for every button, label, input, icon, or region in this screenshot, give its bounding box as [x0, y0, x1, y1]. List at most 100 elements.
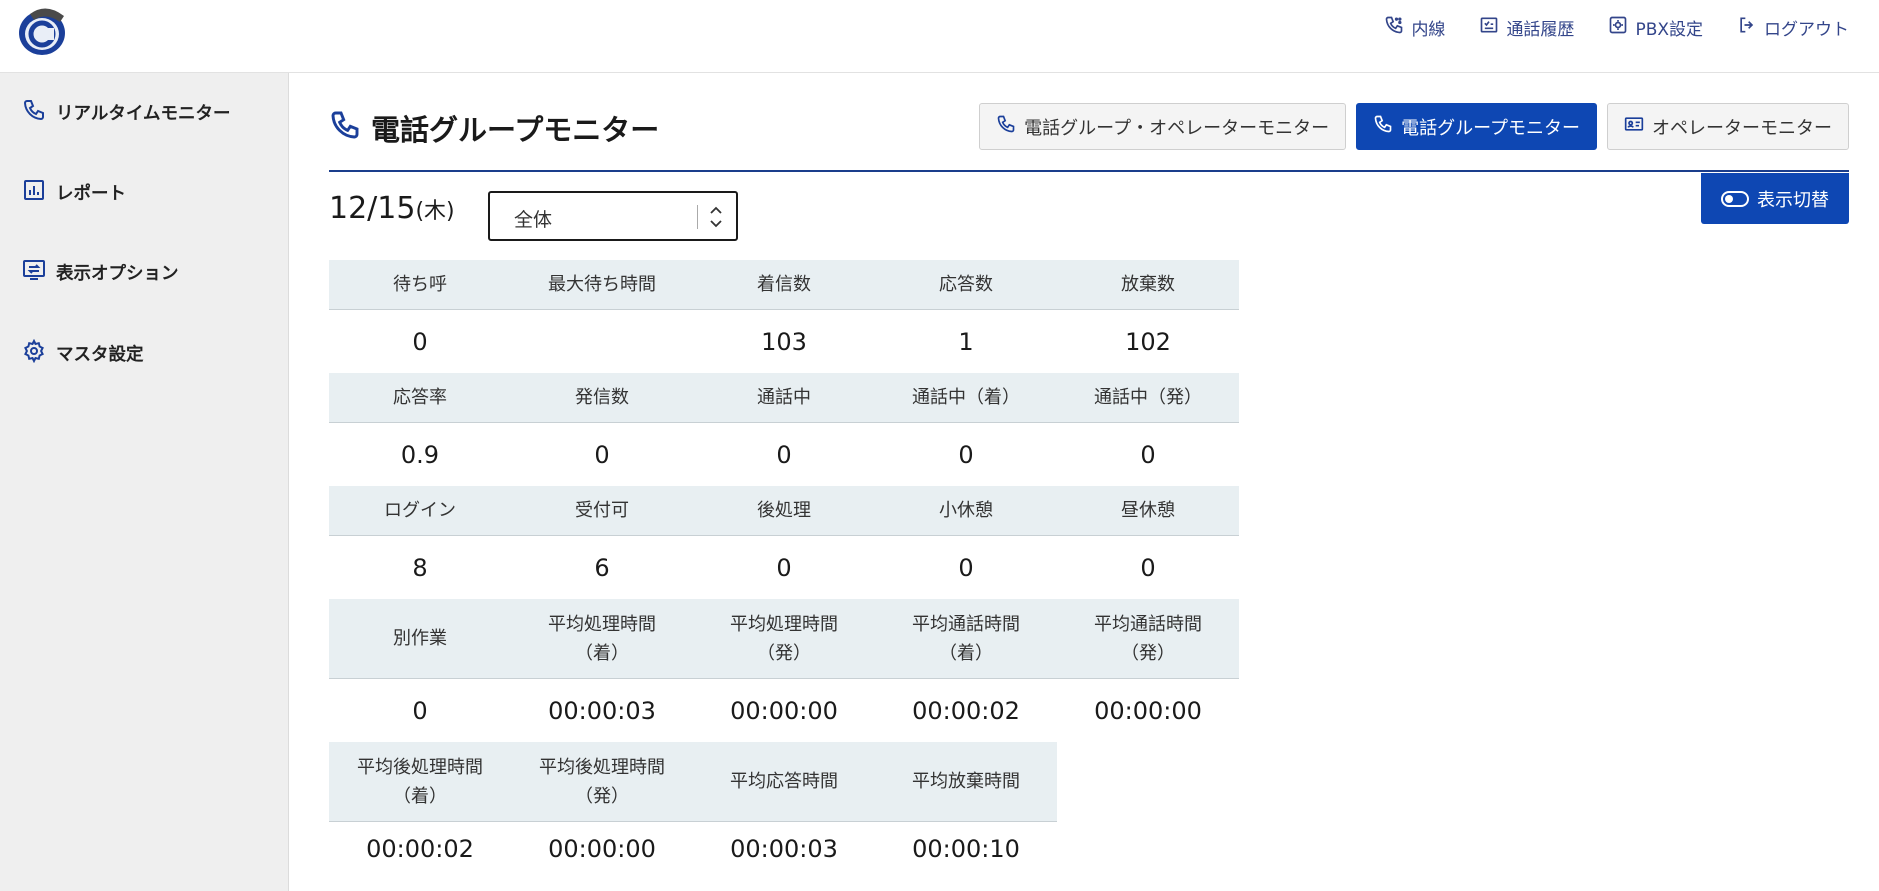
stat-value: 103 [761, 327, 807, 356]
stat-value: 0 [776, 553, 792, 582]
nav-logout[interactable]: ログアウト [1737, 15, 1849, 40]
stat-label: 着信数 [693, 260, 875, 310]
stat-value: 00:00:03 [548, 696, 656, 725]
stat-label: 通話中（発） [1057, 373, 1239, 423]
nav-pbx-settings[interactable]: PBX設定 [1608, 15, 1703, 40]
date-text: 12/15 [329, 191, 416, 226]
top-nav: 内線 通話履歴 PBX設定 ログアウト [1384, 15, 1849, 40]
app-logo[interactable] [16, 4, 72, 56]
tab-label: 電話グループ・オペレーターモニター [1024, 117, 1330, 139]
page-title: 電話グループモニター [329, 107, 659, 149]
stat-value: 102 [1125, 327, 1171, 356]
stat-value: 0.9 [400, 440, 440, 469]
stat-value: 0 [1140, 440, 1156, 469]
nav-call-history[interactable]: 通話履歴 [1479, 15, 1574, 40]
phone-ext-icon [1384, 15, 1404, 40]
monitor-tabs: 電話グループ・オペレーターモニター 電話グループモニター オペレーターモニター [979, 103, 1849, 150]
stats-label-row: 応答率 発信数 通話中 通話中（着） 通話中（発） [329, 373, 1239, 423]
gear-icon [22, 338, 46, 368]
tab-label: オペレーターモニター [1652, 117, 1832, 139]
sidebar: リアルタイムモニター レポート 表示オプション マスタ設定 [0, 73, 289, 891]
stat-label: 最大待ち時間 [511, 260, 693, 310]
stats-value-row: 0 103 1 102 [329, 310, 1239, 373]
stat-value: 0 [958, 553, 974, 582]
stats-label-row: 待ち呼 最大待ち時間 着信数 応答数 放棄数 [329, 260, 1239, 310]
call-history-icon [1479, 15, 1499, 40]
stat-label: 別作業 [329, 599, 511, 679]
sidebar-item-report[interactable]: レポート [22, 178, 126, 207]
stat-label: 後処理 [693, 486, 875, 536]
sidebar-item-label: レポート [56, 184, 126, 204]
stat-value [511, 310, 693, 373]
tab-operator-monitor[interactable]: オペレーターモニター [1607, 103, 1849, 150]
top-header: 内線 通話履歴 PBX設定 ログアウト [0, 0, 1879, 73]
select-separator [697, 205, 698, 229]
group-select[interactable]: 全体 [488, 191, 738, 241]
stat-label: 平均後処理時間 （着） [329, 742, 511, 822]
tab-group-monitor[interactable]: 電話グループモニター [1356, 103, 1597, 150]
stat-value: 00:00:02 [912, 696, 1020, 725]
stat-label: 受付可 [511, 486, 693, 536]
id-card-icon [1624, 114, 1644, 139]
day-of-week: (木) [415, 199, 455, 224]
gear-square-icon [1608, 15, 1628, 40]
stats-value-row: 8 6 0 0 0 [329, 536, 1239, 599]
phone-icon [1373, 114, 1393, 139]
stat-label: 平均後処理時間 （発） [511, 742, 693, 822]
date-display: 12/15(木) [329, 191, 455, 226]
stat-value: 0 [594, 440, 610, 469]
page-title-text: 電話グループモニター [371, 113, 660, 147]
tab-label: 電話グループモニター [1401, 117, 1580, 139]
stat-label: 平均放棄時間 [875, 742, 1057, 822]
stat-label: 放棄数 [1057, 260, 1239, 310]
stat-label: 待ち呼 [329, 260, 511, 310]
toggle-icon [1721, 190, 1749, 207]
stat-label: 平均処理時間 （発） [693, 599, 875, 679]
stat-value: 00:00:00 [548, 835, 656, 863]
stat-label: 小休憩 [875, 486, 1057, 536]
stats-label-row: 平均後処理時間 （着） 平均後処理時間 （発） 平均応答時間 平均放棄時間 [329, 742, 1239, 822]
stats-value-row: 00:00:02 00:00:00 00:00:03 00:00:10 [329, 822, 1239, 876]
stat-label: 平均通話時間 （着） [875, 599, 1057, 679]
stat-label: 発信数 [511, 373, 693, 423]
tab-group-operator-monitor[interactable]: 電話グループ・オペレーターモニター [979, 103, 1347, 150]
group-select-value: 全体 [514, 209, 553, 231]
stat-label: ログイン [329, 486, 511, 536]
stats-value-row: 0 00:00:03 00:00:00 00:00:02 00:00:00 [329, 679, 1239, 742]
stat-value: 6 [594, 553, 610, 582]
monitor-swap-icon [22, 258, 46, 287]
stat-value: 00:00:03 [730, 835, 838, 863]
chevron-updown-icon [709, 204, 723, 230]
logout-icon [1737, 15, 1757, 40]
stats-label-row: ログイン 受付可 後処理 小休憩 昼休憩 [329, 486, 1239, 536]
stat-label: 昼休憩 [1057, 486, 1239, 536]
display-toggle-button[interactable]: 表示切替 [1701, 173, 1849, 224]
stat-label: 平均処理時間 （着） [511, 599, 693, 679]
stat-label: 平均通話時間 （発） [1057, 599, 1239, 679]
nav-pbx-settings-label: PBX設定 [1635, 20, 1703, 40]
stat-value: 0 [776, 440, 792, 469]
sidebar-item-master-settings[interactable]: マスタ設定 [22, 338, 144, 368]
stat-label: 応答率 [329, 373, 511, 423]
stats-label-row: 別作業 平均処理時間 （着） 平均処理時間 （発） 平均通話時間 （着） 平均通… [329, 599, 1239, 679]
title-divider [329, 170, 1849, 172]
stat-value: 00:00:02 [366, 835, 474, 863]
nav-call-history-label: 通話履歴 [1506, 20, 1575, 40]
stat-value: 0 [958, 440, 974, 469]
sidebar-item-display-options[interactable]: 表示オプション [22, 258, 179, 287]
stat-value: 0 [412, 327, 428, 356]
sidebar-item-label: リアルタイムモニター [56, 104, 231, 124]
main-content: 電話グループモニター 電話グループ・オペレーターモニター 電話グループモニター … [329, 73, 1849, 891]
bar-chart-icon [22, 178, 46, 207]
stat-label: 平均応答時間 [693, 742, 875, 822]
nav-extension[interactable]: 内線 [1384, 15, 1445, 40]
phone-icon [996, 114, 1016, 139]
stat-value: 0 [1140, 553, 1156, 582]
display-toggle-label: 表示切替 [1757, 189, 1829, 211]
stat-value: 00:00:00 [730, 696, 838, 725]
sidebar-item-realtime-monitor[interactable]: リアルタイムモニター [22, 98, 230, 127]
stats-value-row: 0.9 0 0 0 0 [329, 423, 1239, 486]
nav-extension-label: 内線 [1411, 20, 1446, 40]
stat-label: 応答数 [875, 260, 1057, 310]
stat-value: 8 [412, 553, 428, 582]
